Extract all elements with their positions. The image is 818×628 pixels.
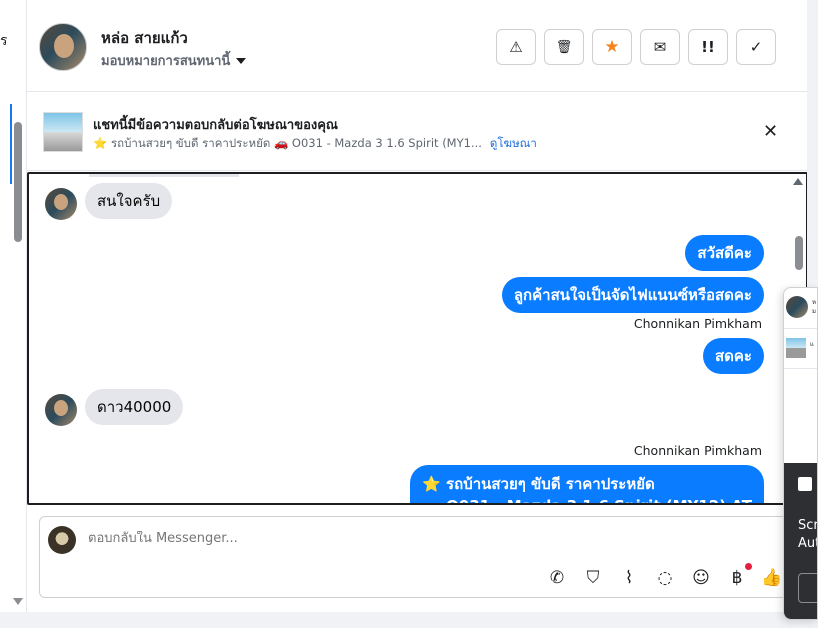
chat-bubble-icon[interactable]: ◌ — [654, 567, 676, 589]
contact-avatar-small[interactable] — [45, 394, 77, 426]
app-icon — [798, 477, 812, 491]
view-ad-link[interactable]: ดูโฆษณา — [490, 136, 537, 150]
divider — [784, 368, 817, 369]
contact-avatar-small[interactable] — [45, 188, 77, 220]
bag-icon[interactable]: ⛉ — [582, 567, 604, 589]
ad-thumbnail-small — [786, 338, 806, 358]
attach-icon[interactable]: ⌇ — [618, 567, 640, 589]
outgoing-message[interactable]: ลูกค้าสนใจเป็นจัดไฟแนนซ์หรือสดคะ — [501, 277, 764, 313]
list-scrollbar-thumb[interactable] — [14, 122, 22, 242]
exclamation-icon: !! — [701, 38, 715, 56]
incoming-message[interactable]: ดาว40000 — [85, 389, 184, 425]
sender-name: Chonnikan Pimkham — [633, 316, 762, 331]
warning-icon: ⚠ — [509, 38, 523, 56]
divider — [784, 328, 817, 329]
conversation-panel: หล่อ สายแก้ว มอบหมายการสนทนานี้ ⚠ 🗑 ★ ✉ … — [27, 0, 808, 612]
popup-button[interactable] — [798, 573, 817, 603]
reply-input[interactable] — [88, 531, 588, 546]
chat-preview-line: ม — [812, 308, 816, 315]
check-icon: ✓ — [749, 38, 763, 56]
mark-unread-button[interactable]: ✉ — [640, 29, 680, 65]
call-icon[interactable]: ✆ — [546, 567, 568, 589]
conversation-header: หล่อ สายแก้ว มอบหมายการสนทนานี้ ⚠ 🗑 ★ ✉ … — [27, 0, 808, 92]
spam-button[interactable]: ⚠ — [496, 29, 536, 65]
thread-scrollbar-thumb[interactable] — [795, 236, 803, 270]
scroll-up-icon[interactable] — [793, 178, 803, 185]
ad-banner-subtitle: ⭐ รถบ้านสวยๆ ขับดี ราคาประหยัด 🚗 O031 - … — [93, 135, 537, 153]
outgoing-message[interactable]: ⭐ รถบ้านสวยๆ ขับดี ราคาประหยัด 🚗 O031 - … — [410, 465, 764, 503]
chat-preview-line: ห — [812, 299, 816, 306]
popup-text: Aut — [798, 536, 817, 551]
star-icon: ★ — [604, 37, 620, 57]
star-button[interactable]: ★ — [592, 29, 632, 65]
trash-icon: 🗑 — [555, 39, 573, 55]
ad-banner-title: แชทนี้มีข้อความตอบกลับต่อโฆษณาของคุณ — [93, 118, 338, 133]
ad-reply-banner: แชทนี้มีข้อความตอบกลับต่อโฆษณาของคุณ ⭐ ร… — [27, 93, 808, 171]
message-thread[interactable]: สนใจครับ สวัสดีคะ ลูกค้าสนใจเป็นจัดไฟแนน… — [27, 172, 808, 505]
list-scroll-down-icon[interactable] — [13, 598, 23, 605]
outgoing-message[interactable]: สวัสดีคะ — [685, 235, 764, 271]
floating-chat-panel[interactable]: ห ม แ Scr Aut — [783, 287, 818, 620]
notification-dot — [745, 563, 752, 570]
caret-down-icon — [236, 57, 247, 64]
chat-avatar[interactable] — [786, 296, 808, 318]
popup-text: Scr — [798, 518, 818, 533]
list-fragment-text: ร — [0, 33, 8, 49]
selected-indicator — [10, 104, 12, 184]
message-line: 🚗 O031 - Mazda 3 1.6 Spirit (MY12) AT — [422, 495, 752, 503]
conversation-list-edge: ร — [0, 0, 27, 612]
emoji-icon[interactable]: ☺ — [690, 567, 712, 589]
contact-avatar[interactable] — [39, 23, 87, 71]
outgoing-message[interactable]: สดคะ — [703, 338, 764, 374]
previous-message-edge — [89, 174, 239, 177]
delete-button[interactable]: 🗑 — [544, 29, 584, 65]
sender-name: Chonnikan Pimkham — [633, 443, 762, 458]
chat-preview-line: แ — [810, 341, 814, 348]
done-button[interactable]: ✓ — [736, 29, 776, 65]
ad-description: ⭐ รถบ้านสวยๆ ขับดี ราคาประหยัด 🚗 O031 - … — [93, 136, 482, 150]
baht-icon[interactable]: ฿ — [726, 567, 748, 589]
ad-thumbnail[interactable] — [43, 112, 83, 152]
chat-preview-text: ห ม — [812, 298, 816, 316]
page-avatar — [48, 526, 76, 554]
thumbs-up-icon[interactable]: 👍 — [761, 567, 783, 589]
assign-conversation-dropdown[interactable]: มอบหมายการสนทนานี้ — [101, 50, 247, 71]
envelope-open-icon: ✉ — [653, 38, 667, 56]
reply-composer: ✆ ⛉ ⌇ ◌ ☺ ฿ 👍 — [39, 516, 799, 598]
follow-up-button[interactable]: !! — [688, 29, 728, 65]
screen-capture-popup[interactable]: Scr Aut — [784, 463, 818, 619]
message-line: ⭐ รถบ้านสวยๆ ขับดี ราคาประหยัด — [422, 475, 655, 493]
assign-label: มอบหมายการสนทนานี้ — [101, 54, 231, 69]
contact-name[interactable]: หล่อ สายแก้ว — [101, 26, 188, 50]
close-icon[interactable]: ✕ — [763, 121, 778, 142]
inbox-screen: ร หล่อ สายแก้ว มอบหมายการสนทนานี้ ⚠ 🗑 ★ … — [0, 0, 818, 628]
incoming-message[interactable]: สนใจครับ — [85, 183, 173, 219]
window-bottom-edge — [0, 612, 818, 628]
